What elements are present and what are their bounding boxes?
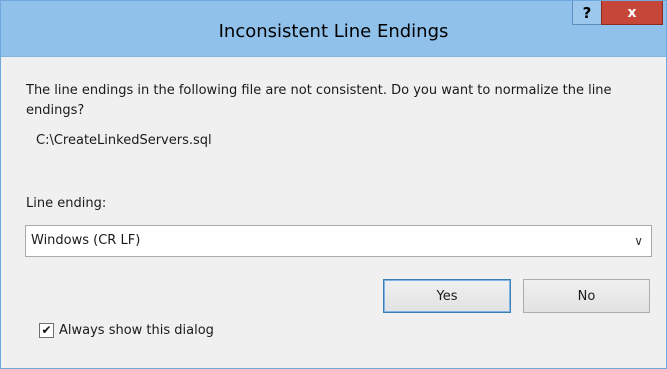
checkmark-icon: ✔ xyxy=(41,322,52,337)
dialog-title: Inconsistent Line Endings xyxy=(218,21,449,42)
title-bar[interactable]: Inconsistent Line Endings ? x xyxy=(1,1,666,57)
help-button[interactable]: ? xyxy=(572,1,602,25)
chevron-down-icon[interactable]: ∨ xyxy=(634,226,643,256)
line-ending-value: Windows (CR LF) xyxy=(31,233,141,248)
close-button[interactable]: x xyxy=(601,1,663,25)
line-ending-dropdown[interactable]: Windows (CR LF) ∨ xyxy=(25,225,652,257)
no-button[interactable]: No xyxy=(523,279,650,313)
always-show-checkbox[interactable]: ✔ xyxy=(39,322,54,338)
always-show-checkbox-row[interactable]: ✔ Always show this dialog xyxy=(39,320,214,340)
yes-button-label: Yes xyxy=(436,288,458,304)
always-show-label[interactable]: Always show this dialog xyxy=(59,323,214,338)
dialog-message: The line endings in the following file a… xyxy=(26,83,612,118)
dialog-window: Inconsistent Line Endings ? x The line e… xyxy=(0,0,667,369)
help-icon: ? xyxy=(582,3,592,22)
close-icon: x xyxy=(627,4,637,21)
file-path: C:\CreateLinkedServers.sql xyxy=(36,133,212,148)
line-ending-label: Line ending: xyxy=(26,196,107,211)
yes-button[interactable]: Yes xyxy=(383,279,511,313)
no-button-label: No xyxy=(577,288,596,304)
